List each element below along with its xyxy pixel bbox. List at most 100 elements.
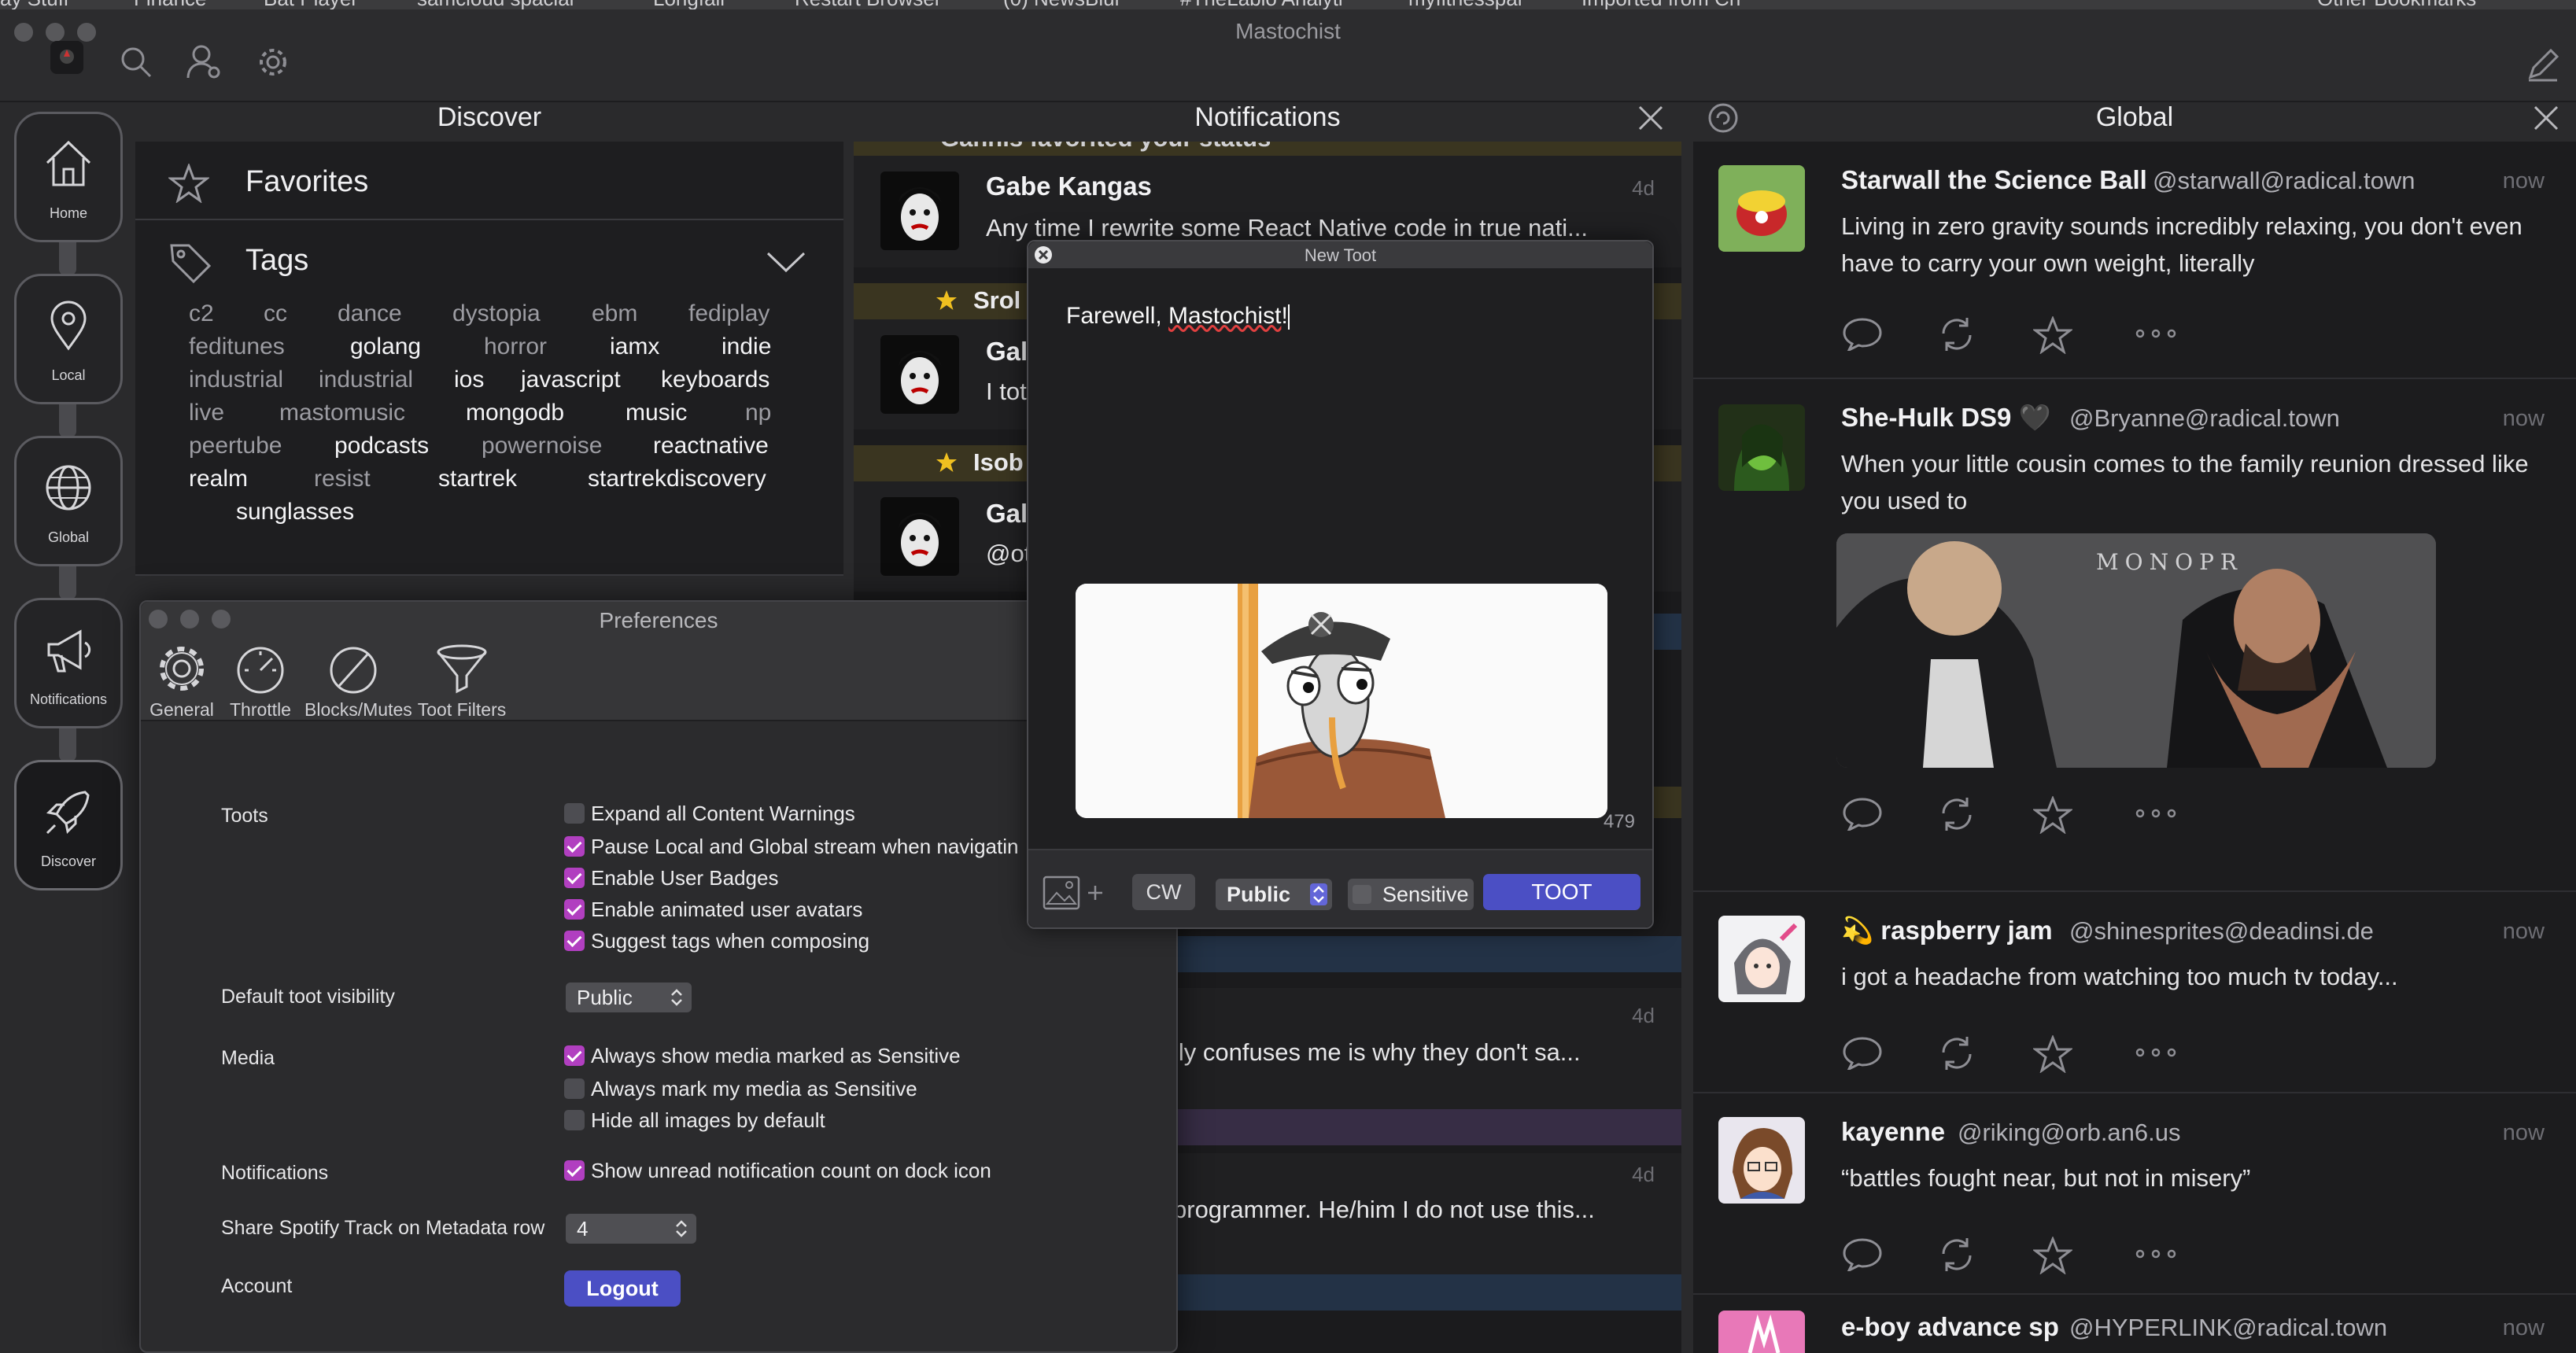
tag-link[interactable]: reactnative [653, 433, 769, 459]
search-icon[interactable] [120, 46, 153, 79]
tag-link[interactable]: cc [264, 300, 287, 327]
tag-link[interactable]: feditunes [189, 334, 285, 360]
pause-streams-checkbox[interactable] [564, 836, 585, 857]
tag-link[interactable]: c2 [189, 300, 214, 327]
avatar[interactable] [1718, 165, 1805, 252]
tab-throttle[interactable]: Throttle [227, 641, 293, 721]
status-author-name[interactable]: Starwall the Science Ball [1841, 165, 2147, 195]
tag-link[interactable]: industrial [189, 367, 283, 393]
sidebar-item-global[interactable]: Global [14, 436, 123, 566]
more-options-icon[interactable] [2135, 1048, 2176, 1057]
more-options-icon[interactable] [2135, 809, 2176, 818]
favorite-star-icon[interactable] [2033, 796, 2072, 834]
sidebar-item-discover[interactable]: Discover [14, 760, 123, 890]
status-author-handle[interactable]: @starwall@radical.town [2153, 167, 2415, 195]
sensitive-checkbox[interactable] [1353, 885, 1371, 904]
status-author-handle[interactable]: @shinesprites@deadinsi.de [2069, 917, 2374, 946]
tag-link[interactable]: music [626, 400, 687, 426]
toot-submit-button[interactable]: TOOT [1483, 874, 1640, 910]
status-author-name[interactable]: She-Hulk DS9 🖤 [1841, 403, 2051, 433]
avatar[interactable] [1718, 404, 1805, 491]
dock-unread-count-checkbox[interactable] [564, 1160, 585, 1181]
tag-link[interactable]: podcasts [334, 433, 429, 459]
tag-link[interactable]: javascript [521, 367, 621, 393]
user-settings-icon[interactable] [186, 44, 222, 80]
avatar[interactable] [1718, 1117, 1805, 1204]
tag-link[interactable]: ios [454, 367, 484, 393]
bookmark-item[interactable]: (0) NewsBlur [1003, 0, 1121, 9]
hide-all-images-checkbox[interactable] [564, 1110, 585, 1130]
tag-link[interactable]: mastomusic [279, 400, 405, 426]
default-visibility-select[interactable]: Public [566, 982, 692, 1012]
logout-button[interactable]: Logout [564, 1270, 681, 1307]
status-item[interactable]: 💫 raspberry jam @shinesprites@deadinsi.d… [1693, 892, 2576, 1093]
sidebar-item-notifications[interactable]: Notifications [14, 598, 123, 728]
bookmark-item[interactable]: Restart Browser [795, 0, 941, 9]
favorite-star-icon[interactable] [2033, 1237, 2072, 1274]
favorite-star-icon[interactable] [2033, 1035, 2072, 1073]
bookmark-item[interactable]: myfitnesspal [1408, 0, 1522, 9]
tag-link[interactable]: startrek [438, 466, 517, 492]
reply-icon[interactable] [1841, 1035, 1884, 1070]
add-media-button[interactable] [1043, 876, 1105, 913]
boost-icon[interactable] [1937, 316, 1976, 352]
tag-link[interactable]: horror [484, 334, 547, 360]
show-sensitive-media-checkbox[interactable] [564, 1045, 585, 1066]
gear-icon[interactable] [256, 46, 290, 79]
more-options-icon[interactable] [2135, 329, 2176, 338]
status-author-name[interactable]: 💫 raspberry jam [1841, 916, 2053, 946]
boost-icon[interactable] [1937, 1035, 1976, 1071]
notification-author[interactable]: Gal [986, 499, 1028, 529]
tag-link[interactable]: keyboards [661, 367, 769, 393]
reply-icon[interactable] [1841, 316, 1884, 351]
bookmark-item[interactable]: samcloud spacial [417, 0, 574, 9]
tag-link[interactable]: dance [338, 300, 402, 327]
tag-link[interactable]: sunglasses [236, 499, 354, 525]
chevron-down-icon[interactable] [765, 250, 807, 274]
tag-link[interactable]: mongodb [466, 400, 564, 426]
tag-link[interactable]: golang [350, 334, 421, 360]
tag-link[interactable]: realm [189, 466, 248, 492]
tag-link[interactable]: iamx [610, 334, 659, 360]
avatar[interactable] [880, 497, 959, 576]
tab-blocks-mutes[interactable]: Blocks/Mutes [304, 641, 412, 721]
favorite-star-icon[interactable] [2033, 316, 2072, 354]
status-item[interactable]: She-Hulk DS9 🖤 @Bryanne@radical.town now… [1693, 379, 2576, 892]
tag-link[interactable]: industrial [319, 367, 413, 393]
spotify-row-select[interactable]: 4 [566, 1214, 696, 1244]
sensitive-toggle[interactable]: Sensitive [1348, 879, 1474, 910]
status-media-image[interactable]: MONOPR [1836, 533, 2436, 768]
tag-link[interactable]: dystopia [452, 300, 541, 327]
status-item[interactable]: Starwall the Science Ball @starwall@radi… [1693, 142, 2576, 379]
tag-link[interactable]: live [189, 400, 224, 426]
tag-link[interactable]: fediplay [688, 300, 769, 327]
boost-icon[interactable] [1937, 796, 1976, 832]
compose-icon[interactable] [2526, 47, 2560, 82]
bookmark-item[interactable]: Imported from Ch [1581, 0, 1740, 9]
reply-icon[interactable] [1841, 1237, 1884, 1271]
status-author-name[interactable]: e-boy advance sp [1841, 1312, 2059, 1342]
toot-compose-textarea[interactable]: Farewell, Mastochist! [1066, 303, 1290, 330]
bookmark-item[interactable]: Longfall [653, 0, 725, 9]
content-warning-button[interactable]: CW [1132, 874, 1195, 910]
suggest-tags-checkbox[interactable] [564, 931, 585, 951]
tag-link[interactable]: peertube [189, 433, 282, 459]
sidebar-item-home[interactable]: Home [14, 112, 123, 242]
animated-avatars-checkbox[interactable] [564, 899, 585, 920]
tag-link[interactable]: ebm [592, 300, 637, 327]
attached-media-image[interactable] [1076, 584, 1607, 818]
status-author-name[interactable]: kayenne [1841, 1117, 1945, 1147]
toot-visibility-select[interactable]: Public [1216, 879, 1332, 910]
avatar[interactable] [880, 171, 959, 250]
avatar[interactable] [880, 335, 959, 414]
expand-content-warnings-checkbox[interactable] [564, 803, 585, 824]
enable-user-badges-checkbox[interactable] [564, 868, 585, 888]
more-options-icon[interactable] [2135, 1249, 2176, 1259]
tag-link[interactable]: indie [722, 334, 771, 360]
tag-link[interactable]: powernoise [482, 433, 602, 459]
mark-media-sensitive-checkbox[interactable] [564, 1078, 585, 1099]
favorites-row[interactable]: Favorites [135, 142, 843, 220]
bookmark-item[interactable]: Finance [134, 0, 207, 9]
status-author-handle[interactable]: @HYPERLINK@radical.town [2069, 1314, 2387, 1342]
bookmark-item[interactable]: Other Bookmarks [2317, 0, 2476, 9]
